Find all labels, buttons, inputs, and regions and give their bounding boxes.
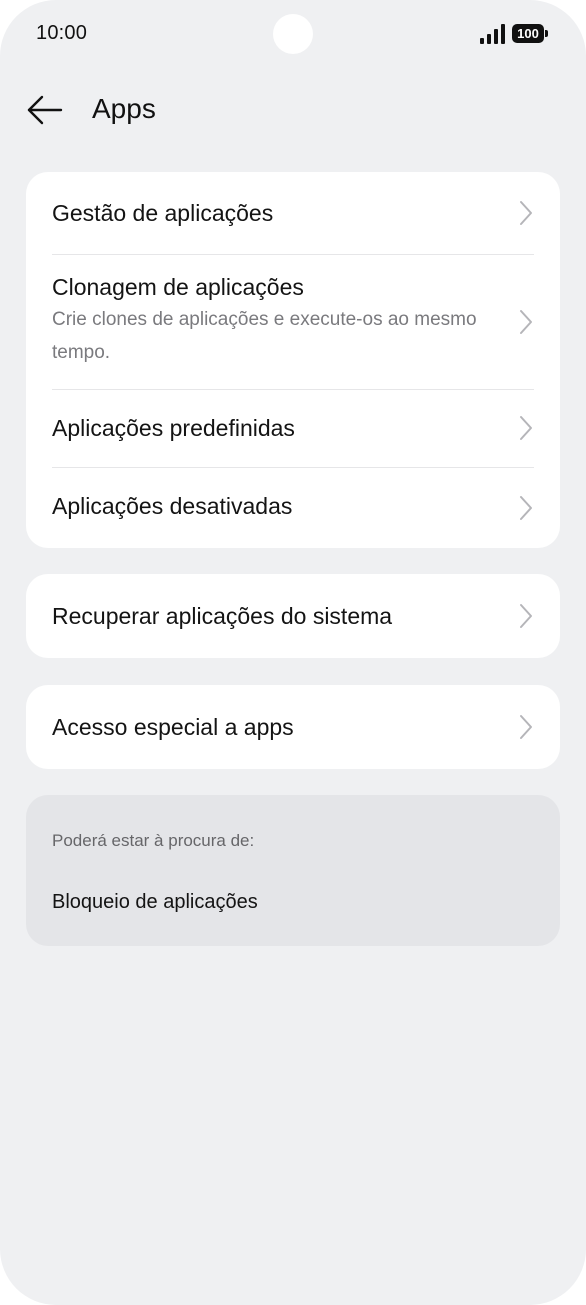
list-item-title: Clonagem de aplicações (52, 274, 304, 300)
special-access-group: Acesso especial a apps (26, 685, 560, 769)
list-item-app-management[interactable]: Gestão de aplicações (26, 172, 560, 254)
camera-cutout (273, 14, 313, 54)
chevron-right-icon (520, 604, 532, 628)
list-item-title: Aplicações predefinidas (52, 415, 295, 441)
chevron-right-icon (520, 309, 532, 334)
chevron-right-icon (520, 416, 532, 440)
list-item-subtitle: Crie clones de aplicações e execute-os a… (52, 309, 477, 363)
chevron-right-icon (520, 201, 532, 225)
chevron-right-icon (520, 715, 532, 739)
status-time: 10:00 (36, 22, 88, 44)
chevron-right-icon (520, 495, 532, 520)
apps-settings-group: Gestão de aplicações Clonagem de aplicaç… (26, 172, 560, 548)
suggestions-card: Poderá estar à procura de: Bloqueio de a… (26, 795, 560, 946)
recover-apps-group: Recuperar aplicações do sistema (26, 574, 560, 658)
list-item-title: Recuperar aplicações do sistema (52, 603, 393, 629)
suggestions-label: Poderá estar à procura de: (52, 831, 255, 850)
battery-icon: 100 (512, 24, 548, 43)
signal-icon (480, 24, 506, 44)
list-item-recover-system-apps[interactable]: Recuperar aplicações do sistema (26, 574, 560, 658)
list-item-disabled-apps[interactable]: Aplicações desativadas (26, 467, 560, 548)
list-item-title: Gestão de aplicações (52, 200, 274, 226)
suggestion-link-app-lock[interactable]: Bloqueio de aplicações (52, 891, 258, 914)
back-button[interactable] (24, 90, 66, 130)
list-item-title: Aplicações desativadas (52, 493, 293, 519)
status-bar: 10:00 100 (0, 0, 586, 68)
list-item-title: Acesso especial a apps (52, 714, 294, 740)
arrow-left-icon (27, 95, 63, 125)
phone-screen: 10:00 100 Apps Gestão de aplicações Clon… (0, 0, 586, 1305)
list-item-default-apps[interactable]: Aplicações predefinidas (26, 389, 560, 467)
list-item-special-app-access[interactable]: Acesso especial a apps (26, 685, 560, 769)
page-title: Apps (92, 93, 156, 124)
list-item-app-cloning[interactable]: Clonagem de aplicações Crie clones de ap… (26, 254, 560, 389)
app-bar: Apps (0, 80, 586, 140)
